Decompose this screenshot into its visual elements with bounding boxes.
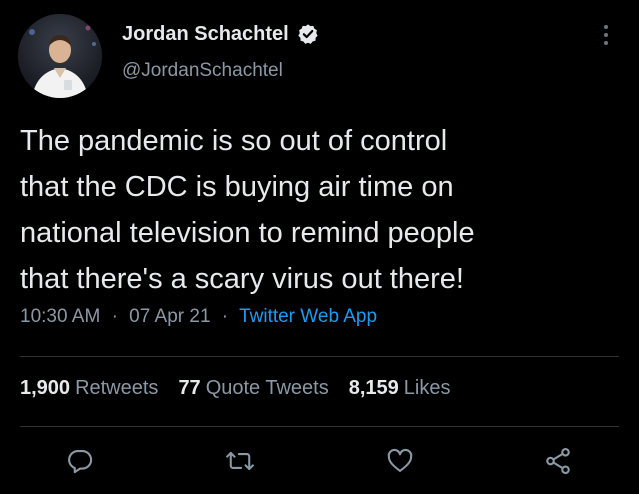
meta-separator: ·	[111, 306, 118, 327]
tweet-text-line: national television to remind people	[20, 217, 475, 249]
verified-badge-icon	[297, 23, 319, 45]
retweets-stat[interactable]: 1,900 Retweets	[20, 377, 158, 400]
retweets-count: 1,900	[20, 377, 71, 399]
quotes-label: Quote Tweets	[205, 377, 329, 399]
tweet-actions	[0, 445, 639, 481]
handle[interactable]: @JordanSchachtel	[122, 60, 283, 82]
tweet-time[interactable]: 10:30 AM	[20, 306, 100, 327]
meta-separator: ·	[221, 306, 229, 327]
share-icon	[543, 446, 573, 481]
heart-icon	[386, 447, 414, 480]
reply-button[interactable]	[62, 445, 98, 481]
likes-label: Likes	[403, 377, 451, 399]
tweet-detail: Jordan Schachtel @JordanSchachtel The pa…	[0, 0, 639, 494]
divider	[20, 356, 619, 357]
avatar[interactable]	[18, 14, 102, 98]
author-name-row[interactable]: Jordan Schachtel	[122, 20, 319, 48]
tweet-source-link[interactable]: Twitter Web App	[239, 306, 377, 327]
tweet-date[interactable]: 07 Apr 21	[129, 306, 210, 327]
likes-count: 8,159	[348, 377, 399, 399]
display-name[interactable]: Jordan Schachtel	[122, 23, 289, 46]
tweet-text-line: The pandemic is so out of control	[20, 125, 448, 157]
more-vertical-icon[interactable]	[596, 22, 616, 48]
likes-stat[interactable]: 8,159 Likes	[349, 377, 451, 400]
like-button[interactable]	[382, 445, 418, 481]
retweet-icon	[225, 447, 255, 480]
retweet-button[interactable]	[222, 445, 258, 481]
share-button[interactable]	[540, 445, 576, 481]
tweet-text-line: that the CDC is buying air time on	[20, 171, 454, 203]
tweet-text: The pandemic is so out of control that t…	[20, 118, 620, 302]
quotes-count: 77	[178, 377, 201, 399]
retweets-label: Retweets	[75, 377, 159, 399]
tweet-stats: 1,900 Retweets 77 Quote Tweets 8,159 Likes	[20, 377, 471, 400]
tweet-text-line: that there's a scary virus out there!	[20, 263, 464, 295]
divider	[20, 426, 619, 427]
tweet-meta: 10:30 AM · 07 Apr 21 · Twitter Web App	[20, 306, 377, 328]
reply-icon	[66, 447, 94, 480]
quote-tweets-stat[interactable]: 77 Quote Tweets	[178, 377, 328, 400]
